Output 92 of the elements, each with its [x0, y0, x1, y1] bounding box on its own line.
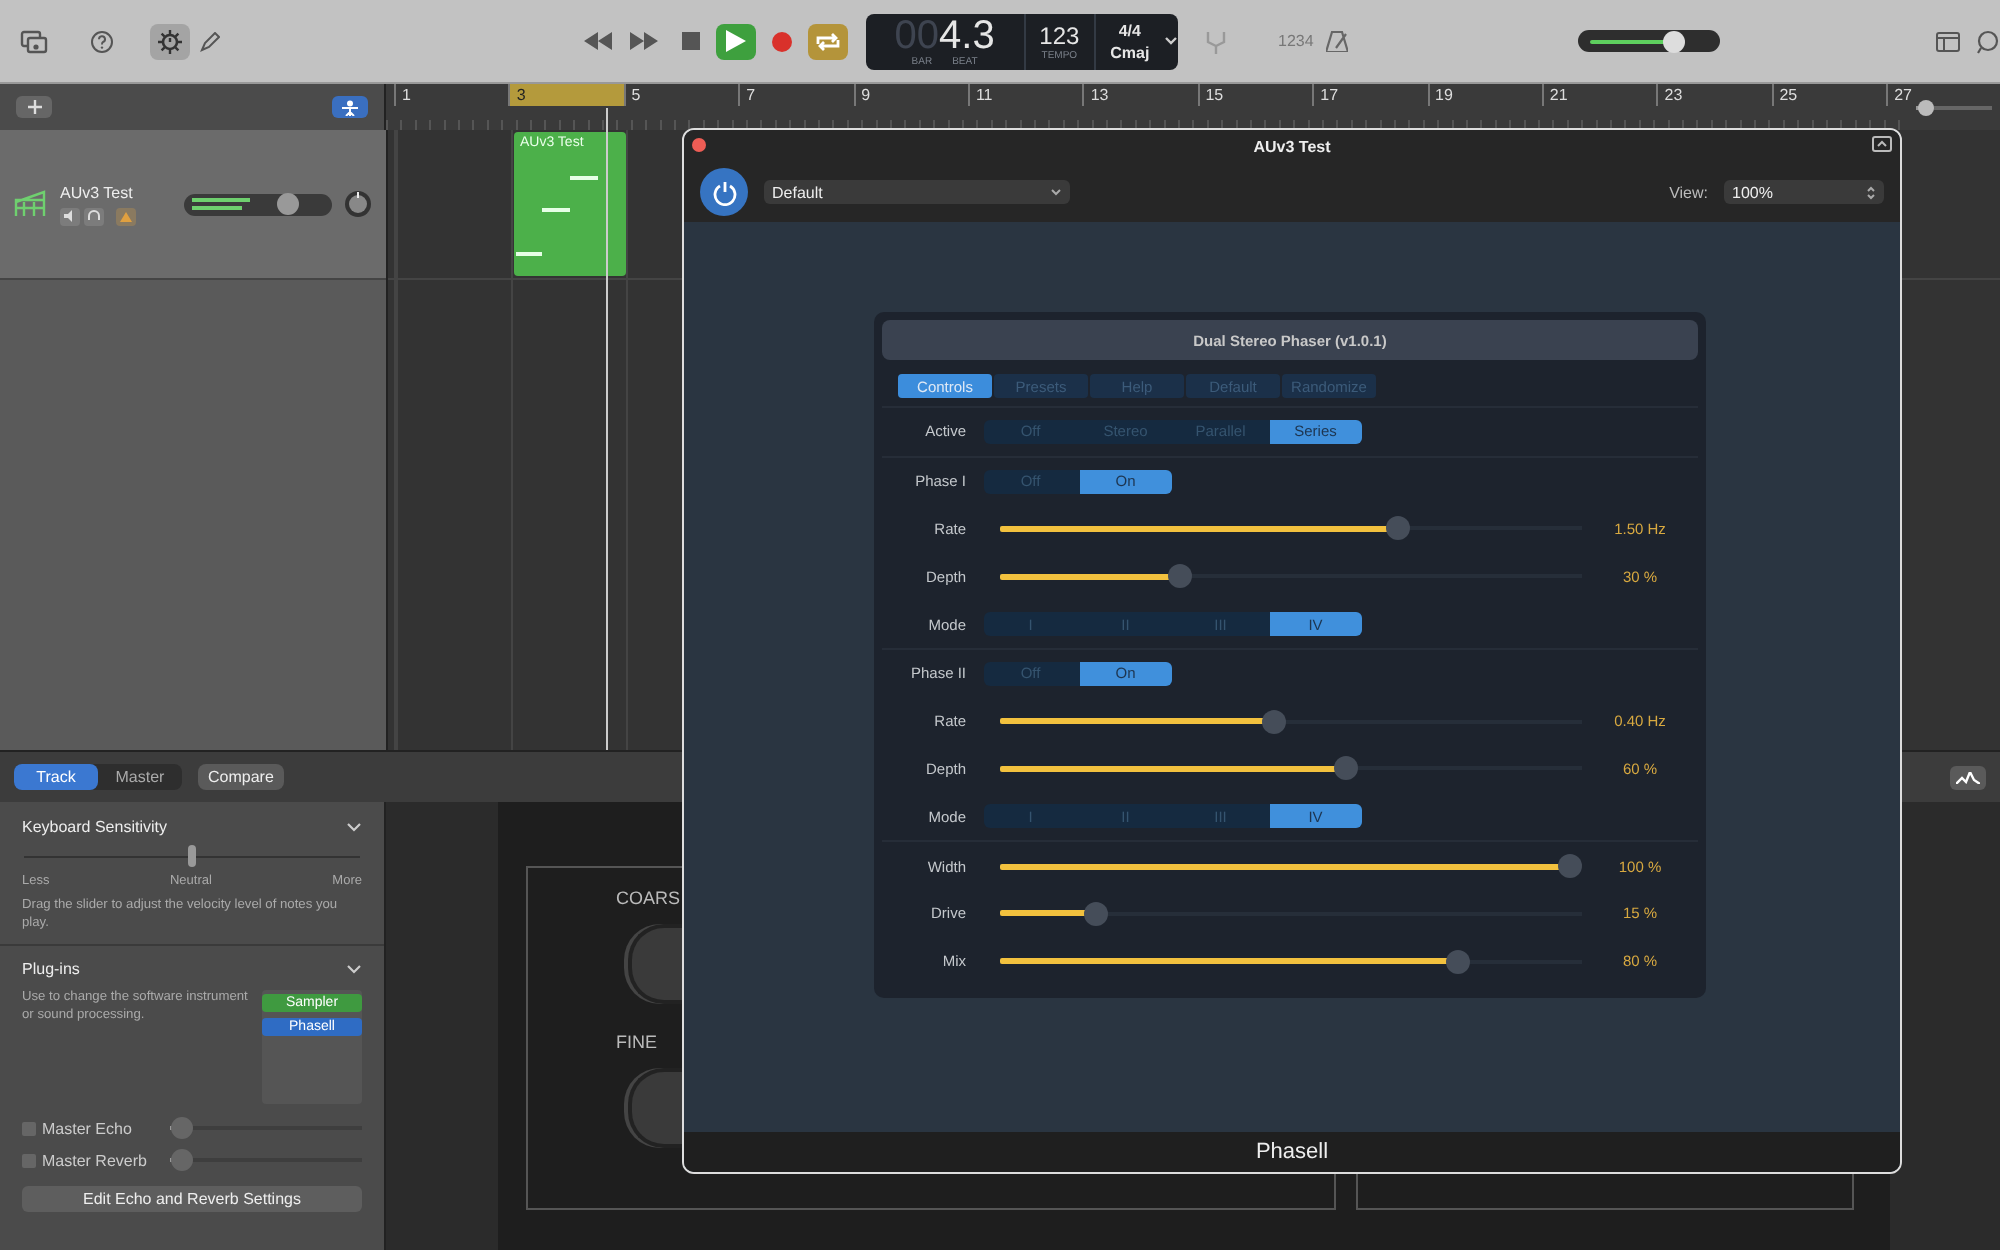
- plugin-name: Phasell: [684, 1132, 1900, 1172]
- transport-button[interactable]: [808, 23, 848, 59]
- knob-label: FINE: [616, 1032, 658, 1052]
- checkbox[interactable]: [22, 1153, 36, 1167]
- bar-number: 21: [1541, 84, 1657, 106]
- fast-forward-icon[interactable]: [630, 32, 658, 50]
- transport-button[interactable]: [716, 23, 756, 59]
- slider-thumb[interactable]: [1558, 854, 1582, 879]
- slider-thumb[interactable]: [1446, 949, 1471, 974]
- record-icon[interactable]: [772, 31, 792, 51]
- chevron-icon[interactable]: [1164, 36, 1178, 46]
- rewind-icon[interactable]: [584, 32, 612, 50]
- help-icon[interactable]: [90, 29, 114, 53]
- record-enable-button[interactable]: [116, 207, 136, 225]
- slider-thumb[interactable]: [1385, 516, 1409, 541]
- bar-number: 7: [738, 84, 854, 106]
- toolbar-button[interactable]: [150, 23, 190, 59]
- track-header[interactable]: AUv3 Test: [0, 130, 386, 280]
- section-title: Plug-ins: [22, 959, 80, 977]
- chevron-icon: [1050, 188, 1062, 196]
- knob-label: COARS: [616, 888, 681, 908]
- preset-dropdown[interactable]: Default: [764, 180, 1070, 204]
- knob[interactable]: [628, 1068, 684, 1148]
- slider-thumb[interactable]: [170, 1149, 192, 1171]
- slider-thumb[interactable]: [188, 845, 196, 867]
- track-volume-slider[interactable]: [184, 193, 332, 215]
- slider-thumb[interactable]: [276, 193, 299, 215]
- bar-number: 13: [1082, 84, 1198, 106]
- cycle-icon[interactable]: [814, 31, 842, 51]
- loop-browser-icon[interactable]: [1976, 29, 2000, 53]
- library-icon[interactable]: [20, 29, 48, 53]
- peaks-icon: [1956, 771, 1980, 783]
- stop-icon[interactable]: [681, 32, 699, 50]
- slider-thumb[interactable]: [1663, 30, 1686, 52]
- bar-number: 11: [967, 84, 1083, 106]
- headphones-icon: [88, 210, 100, 222]
- add-track-button[interactable]: [16, 96, 52, 118]
- slider-thumb[interactable]: [1083, 901, 1108, 926]
- triangle-icon: [120, 211, 132, 221]
- power-button[interactable]: [700, 168, 748, 216]
- slider-thumb[interactable]: [170, 1117, 192, 1139]
- bar-number: 25: [1771, 84, 1887, 106]
- panel-tab[interactable]: Master: [98, 764, 182, 790]
- checkbox[interactable]: [22, 1121, 36, 1135]
- master-volume-slider[interactable]: [1577, 30, 1720, 52]
- bar-number: 23: [1656, 84, 1772, 106]
- notepad-icon[interactable]: [1936, 31, 1960, 51]
- slider-thumb[interactable]: [1262, 709, 1287, 734]
- count-in-button[interactable]: 1234: [1278, 32, 1314, 50]
- bar-number: 3: [508, 84, 624, 106]
- smart-button[interactable]: [332, 96, 368, 118]
- view-label: View:: [1669, 183, 1708, 201]
- knob[interactable]: [628, 924, 684, 1004]
- sensitivity-slider[interactable]: [24, 846, 360, 866]
- speaker-icon: [64, 210, 76, 222]
- panel-tab[interactable]: Track: [14, 764, 98, 790]
- person-icon: [342, 99, 358, 115]
- mute-button[interactable]: [60, 207, 80, 225]
- tempo-display: 123: [1039, 21, 1080, 49]
- edit-settings-button[interactable]: Edit Echo and Reverb Settings: [22, 1186, 362, 1212]
- editor-button[interactable]: [1950, 765, 1986, 789]
- close-button[interactable]: [692, 138, 706, 152]
- up-down-icon: [1866, 185, 1876, 199]
- expand-icon[interactable]: [1872, 136, 1892, 152]
- pan-knob[interactable]: [344, 190, 372, 218]
- knob-icon[interactable]: [156, 27, 184, 55]
- chevron-icon[interactable]: [346, 821, 362, 831]
- section-title: Keyboard Sensitivity: [22, 817, 167, 835]
- solo-button[interactable]: [84, 207, 104, 225]
- key-display: Cmaj: [1110, 41, 1150, 63]
- window-title: AUv3 Test: [1253, 137, 1331, 155]
- track-name: AUv3 Test: [60, 183, 135, 201]
- plus-icon: [27, 100, 41, 114]
- slider-thumb[interactable]: [1167, 564, 1192, 589]
- slider-thumb[interactable]: [1917, 99, 1934, 115]
- compare-button[interactable]: Compare: [198, 764, 284, 790]
- view-popup[interactable]: 100%: [1724, 180, 1884, 204]
- metronome-icon[interactable]: [1325, 30, 1348, 52]
- slider-thumb[interactable]: [1334, 756, 1359, 781]
- piano-icon: [14, 190, 48, 218]
- chevron-icon[interactable]: [346, 963, 362, 973]
- bar-number: 9: [853, 84, 968, 106]
- play-icon[interactable]: [726, 30, 746, 52]
- power-icon: [711, 179, 737, 205]
- bar-number: 17: [1312, 84, 1428, 106]
- send-label: Master Echo: [42, 1119, 134, 1137]
- time-signature: 4/4: [1118, 19, 1141, 41]
- bar-number: 15: [1197, 84, 1313, 106]
- bar-number: 19: [1427, 84, 1542, 106]
- pencil-icon[interactable]: [200, 31, 220, 51]
- bar-number: 5: [623, 84, 739, 106]
- send-label: Master Reverb: [42, 1151, 149, 1169]
